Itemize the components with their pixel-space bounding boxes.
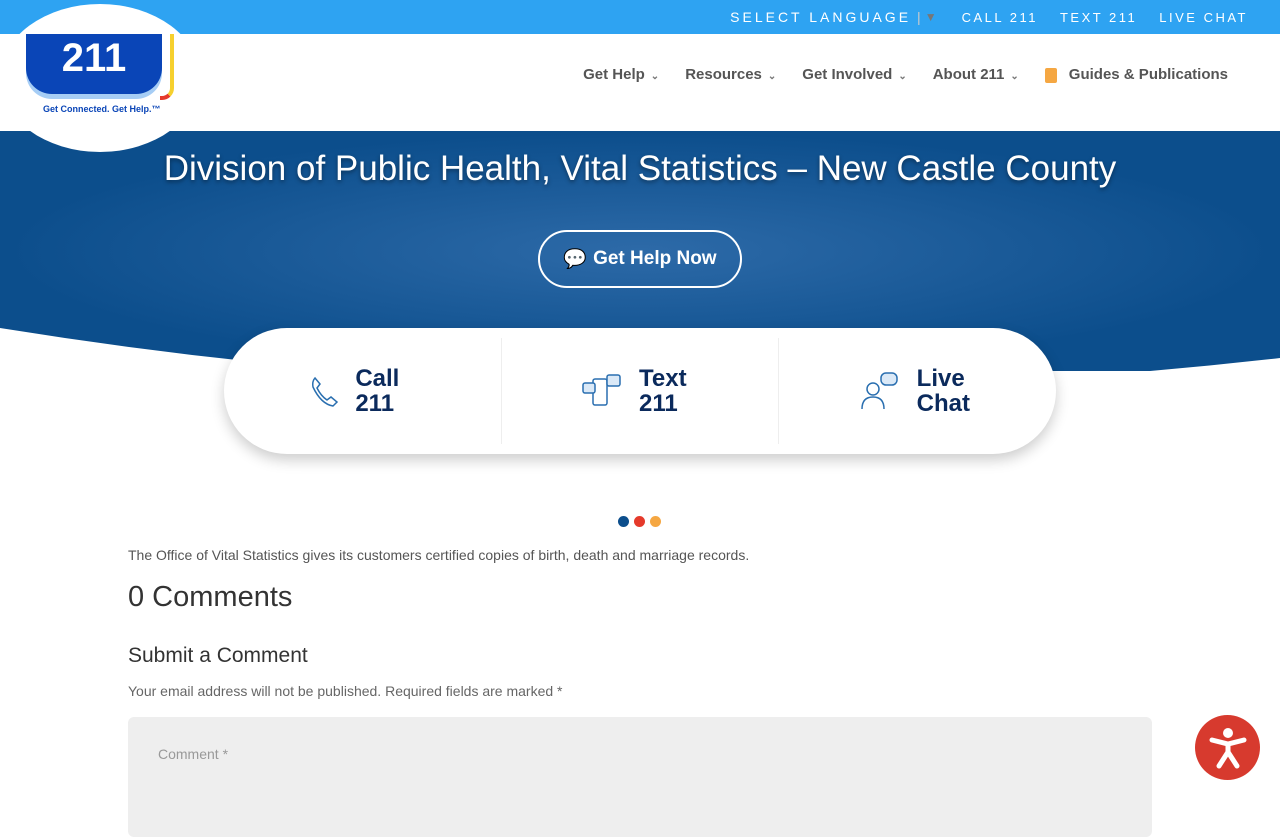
nav-about[interactable]: About 211 ⌄: [933, 66, 1019, 83]
divider-dots: [618, 516, 661, 527]
live-chat-card[interactable]: Live Chat: [779, 338, 1056, 444]
phone-icon: [312, 376, 339, 407]
chevron-down-icon: ⌄: [650, 71, 660, 82]
dot-red: [634, 516, 645, 527]
nav-resources[interactable]: Resources ⌄: [685, 66, 776, 83]
nav-label: About 211: [932, 66, 1005, 83]
comment-textarea[interactable]: Comment *: [128, 717, 1152, 837]
nav-guides[interactable]: Guides & Publications: [1044, 66, 1228, 83]
description: The Office of Vital Statistics gives its…: [128, 547, 750, 563]
accessibility-icon: [1209, 727, 1246, 768]
nav-label: Guides & Publications: [1068, 66, 1228, 83]
contact-cards: Call 211 Text 211 Live Chat: [224, 328, 1056, 454]
text-card[interactable]: Text 211: [502, 338, 780, 444]
text-message-icon: [582, 374, 621, 406]
chat-plus-icon: 💬: [563, 249, 588, 270]
call-link[interactable]: CALL 211: [962, 10, 1038, 25]
language-select[interactable]: SELECT LANGUAGE | ▼: [730, 9, 939, 25]
card-label: Call: [355, 365, 400, 392]
nav-label: Get Help: [583, 66, 645, 83]
live-chat-agent-icon: [860, 372, 898, 410]
page-title: Division of Public Health, Vital Statist…: [163, 149, 1117, 188]
main-content: The Office of Vital Statistics gives its…: [128, 547, 1152, 837]
submit-comment-heading: Submit a Comment: [128, 644, 308, 667]
card-label: Chat: [916, 390, 971, 417]
button-label: Get Help Now: [593, 248, 717, 269]
accessibility-button[interactable]: [1195, 715, 1260, 780]
nav-get-help[interactable]: Get Help ⌄: [583, 66, 659, 83]
book-icon: [1044, 67, 1057, 83]
get-help-now-button[interactable]: 💬 Get Help Now: [538, 230, 742, 288]
dot-blue: [618, 516, 629, 527]
top-bar: SELECT LANGUAGE | ▼ CALL 211 TEXT 211 LIVE…: [0, 0, 1280, 34]
chevron-down-icon: ⌄: [767, 71, 777, 82]
card-label: Live: [916, 365, 965, 392]
text-link[interactable]: TEXT 211: [1060, 10, 1137, 25]
call-card[interactable]: Call 211: [224, 338, 502, 444]
language-label: SELECT LANGUAGE: [730, 9, 912, 25]
logo[interactable]: 211 Get Connected. Get Help.™: [26, 34, 174, 114]
chevron-down-icon: ⌄: [898, 71, 907, 82]
dot-orange: [650, 516, 661, 527]
nav-label: Get Involved: [802, 66, 893, 83]
live-chat-link[interactable]: LIVE CHAT: [1159, 10, 1248, 25]
main-nav: Get Help ⌄ Resources ⌄ Get Involved ⌄ About…: [583, 66, 1228, 83]
nav-get-involved[interactable]: Get Involved ⌄: [802, 66, 906, 83]
logo-tagline: Get Connected. Get Help.™: [43, 104, 161, 114]
card-label: 211: [639, 390, 678, 417]
chevron-down-icon: ⌄: [1010, 71, 1019, 82]
required-note: Your email address will not be published…: [128, 683, 563, 699]
nav-label: Resources: [685, 66, 762, 83]
comments-heading: 0 Comments: [128, 581, 293, 613]
card-label: 211: [355, 390, 395, 417]
separator: |: [917, 9, 921, 25]
logo-bubble: 211: [26, 34, 174, 100]
card-label: Text: [639, 365, 687, 392]
dropdown-arrow-icon: ▼: [924, 10, 940, 24]
